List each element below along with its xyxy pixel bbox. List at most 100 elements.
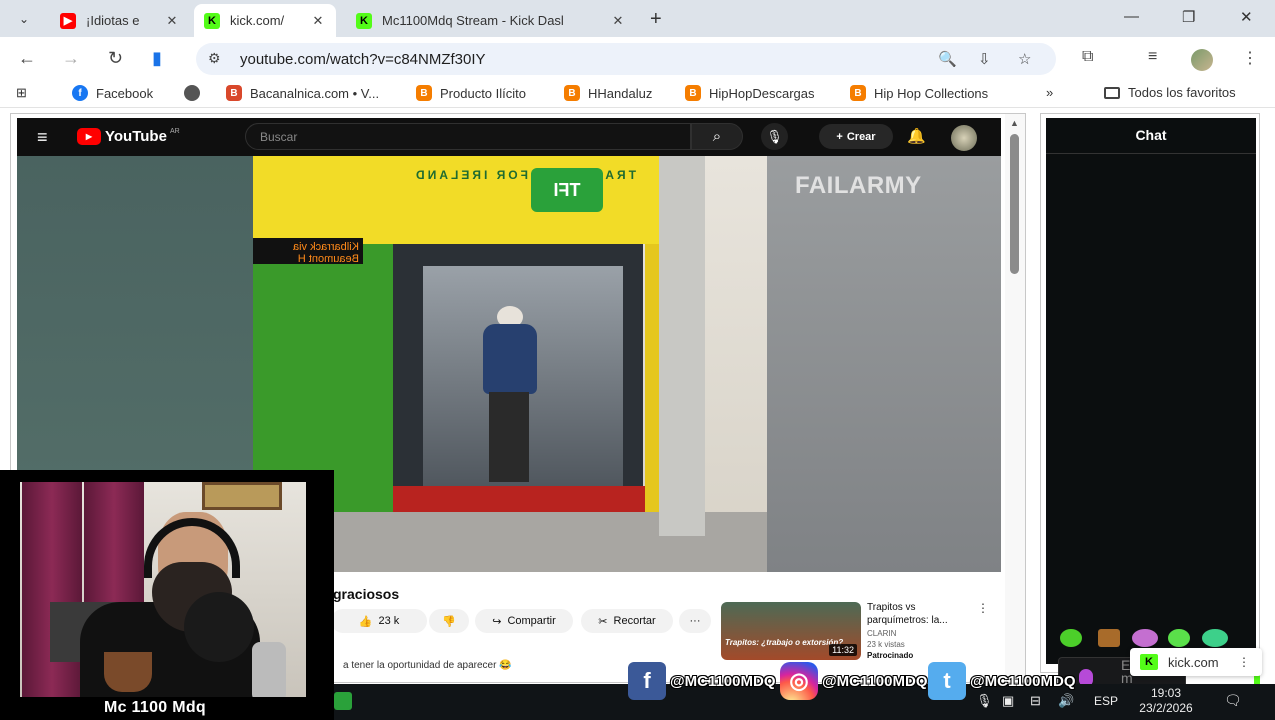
browser-tab-active[interactable]: K kick.com/ ✕: [194, 4, 336, 37]
emote-icon[interactable]: [1202, 629, 1228, 647]
reload-icon[interactable]: ↻: [108, 48, 123, 69]
folder-icon: [1104, 86, 1120, 99]
share-button[interactable]: ↪ Compartir: [475, 609, 573, 633]
video-watermark: FAILARMY: [795, 172, 922, 199]
notifications-bell-icon[interactable]: 🔔: [907, 127, 926, 145]
share-icon: ↪: [492, 615, 502, 628]
bookmark-star-icon[interactable]: ☆: [1018, 50, 1031, 68]
blogger-icon: B: [564, 85, 580, 101]
bookmark-bacanalnica[interactable]: B Bacanalnica.com • V...: [226, 85, 379, 101]
browser-toolbar: ← → ↻ ▮ ⚙ youtube.com/watch?v=c84NMZf30I…: [0, 37, 1275, 80]
youtube-avatar[interactable]: [951, 125, 977, 151]
emote-icon[interactable]: [1060, 629, 1082, 647]
voice-search-icon[interactable]: 🎙: [761, 123, 788, 150]
new-tab-icon[interactable]: +: [650, 8, 662, 31]
social-facebook: f @MC1100MDQ: [628, 662, 776, 700]
youtube-logo[interactable]: ▶ YouTube AR: [77, 128, 180, 145]
browser-menu-icon[interactable]: ⋮: [1242, 48, 1258, 68]
close-tab-icon[interactable]: ✕: [164, 13, 180, 29]
bookmark-facebook[interactable]: f Facebook: [72, 85, 153, 101]
install-app-icon[interactable]: ⇩: [978, 50, 991, 68]
all-bookmarks-folder[interactable]: Todos los favoritos: [1104, 85, 1236, 100]
bookmark-producto-ilicito[interactable]: B Producto Ilícito: [416, 85, 526, 101]
close-tab-icon[interactable]: ✕: [310, 13, 326, 29]
more-actions-icon[interactable]: ···: [679, 609, 711, 633]
zoom-icon[interactable]: 🔍: [938, 50, 957, 68]
back-icon[interactable]: ←: [18, 48, 36, 69]
recommendation-more-icon[interactable]: ⋮: [977, 601, 989, 615]
chat-panel: Chat Enviar un m ⚙: [1040, 113, 1260, 697]
bookmark-hiphopdescargas[interactable]: B HipHopDescargas: [685, 85, 815, 101]
browser-tab[interactable]: ▶ ¡Idiotas e ✕: [50, 4, 190, 37]
extensions-icon[interactable]: ⧉: [1082, 48, 1093, 66]
emote-icon[interactable]: [1098, 629, 1120, 647]
more-bookmarks-icon[interactable]: »: [1046, 85, 1053, 100]
chat-title: Chat: [1046, 118, 1256, 154]
youtube-header: ≡ ▶ YouTube AR Buscar ⌕ 🎙 + Crear 🔔: [17, 118, 1001, 156]
like-button[interactable]: 👍 23 k: [331, 609, 427, 633]
tray-language[interactable]: ESP: [1094, 694, 1118, 708]
site-info-icon[interactable]: ⚙: [208, 50, 221, 67]
bookmark-hhandaluz[interactable]: B HHandaluz: [564, 85, 652, 101]
recommendation-thumbnail[interactable]: Trapitos: ¿trabajo o extorsión? 11:32: [721, 602, 861, 660]
instagram-icon: ◎: [780, 662, 818, 700]
bookmark-globe[interactable]: [184, 85, 208, 101]
recommendation-channel[interactable]: CLARIN: [867, 629, 896, 638]
youtube-search-input[interactable]: Buscar: [245, 123, 691, 150]
sponsored-label: Patrocinado: [867, 651, 914, 660]
tab-search-chevron-icon[interactable]: ⌄: [12, 8, 36, 30]
url-text[interactable]: youtube.com/watch?v=c84NMZf30IY: [240, 51, 486, 68]
blogger-icon: B: [850, 85, 866, 101]
media-control-icon[interactable]: ≡: [1148, 48, 1157, 66]
clip-button[interactable]: ✂ Recortar: [581, 609, 673, 633]
side-panel-icon[interactable]: ▮: [152, 48, 162, 69]
recommendation-title[interactable]: Trapitos vs parquímetros: la...: [867, 601, 967, 627]
video-blur-right: [767, 156, 1001, 572]
forward-icon[interactable]: →: [62, 48, 80, 69]
kick-icon: K: [1140, 654, 1158, 670]
description-snippet[interactable]: a tener la oportunidad de aparecer 😂: [343, 660, 512, 671]
blogger-icon: B: [685, 85, 701, 101]
globe-icon: [184, 85, 200, 101]
plus-icon: +: [836, 130, 843, 143]
taskbar-app-icon[interactable]: [334, 692, 352, 710]
emote-icon[interactable]: [1168, 629, 1190, 647]
scissors-icon: ✂: [598, 615, 608, 628]
scroll-up-icon[interactable]: ▲: [1010, 118, 1019, 128]
video-title: graciosos: [333, 586, 400, 602]
close-window-icon[interactable]: ✕: [1240, 8, 1253, 26]
kick-icon: K: [356, 12, 372, 29]
webcam-video: [20, 482, 306, 697]
restore-icon[interactable]: ❐: [1182, 8, 1195, 26]
bookmarks-bar: ⊞ f Facebook B Bacanalnica.com • V... B …: [0, 80, 1275, 108]
kick-badge-menu-icon[interactable]: ⋮: [1238, 655, 1250, 669]
youtube-icon: ▶: [60, 12, 76, 29]
streamer-name: Mc 1100 Mdq: [103, 699, 206, 716]
thumbs-up-icon: 👍: [358, 615, 373, 628]
search-icon[interactable]: ⌕: [691, 123, 743, 150]
twitter-icon: t: [928, 662, 966, 700]
social-twitter: t @MC1100MDQ: [928, 662, 1076, 700]
youtube-play-icon: ▶: [77, 128, 101, 145]
thumbs-down-icon: 👎: [442, 615, 456, 628]
page-scrollbar[interactable]: ▲: [1005, 114, 1025, 682]
hamburger-menu-icon[interactable]: ≡: [37, 127, 48, 148]
bookmark-hiphop-collections[interactable]: B Hip Hop Collections: [850, 85, 988, 101]
notifications-icon[interactable]: 🗨: [1224, 692, 1242, 709]
profile-avatar[interactable]: [1191, 49, 1213, 71]
create-button[interactable]: + Crear: [819, 124, 893, 149]
kick-popup-badge[interactable]: K kick.com ⋮: [1130, 648, 1262, 676]
close-tab-icon[interactable]: ✕: [610, 13, 626, 29]
tray-clock[interactable]: 19:03 23/2/2026: [1130, 686, 1202, 716]
dislike-button[interactable]: 👎: [429, 609, 469, 633]
apps-grid-icon[interactable]: ⊞: [16, 85, 27, 101]
emote-icon[interactable]: [1132, 629, 1158, 647]
address-bar[interactable]: ⚙ youtube.com/watch?v=c84NMZf30IY 🔍 ⇩ ☆: [196, 43, 1056, 75]
tab-label: ¡Idiotas e: [86, 13, 140, 28]
recommendation-views: 23 k vistas: [867, 640, 905, 649]
browser-tab[interactable]: K Mc1100Mdq Stream - Kick Dasl ✕: [346, 4, 636, 37]
facebook-icon: f: [628, 662, 666, 700]
scrollbar-thumb[interactable]: [1010, 134, 1019, 274]
facebook-icon: f: [72, 85, 88, 101]
minimize-icon[interactable]: —: [1124, 8, 1139, 25]
